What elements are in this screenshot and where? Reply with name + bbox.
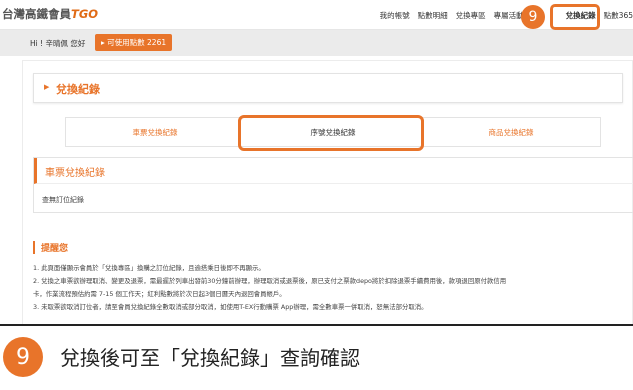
tab-product-records[interactable]: 商品兌換紀錄 bbox=[422, 118, 600, 146]
page-title-box: ▶ 兌換紀錄 bbox=[33, 73, 623, 103]
step-caption: 9 兌換後可至「兌換紀錄」查詢確認 bbox=[0, 326, 633, 390]
nav-item-exclusive-events[interactable]: 專屬活動 bbox=[494, 10, 524, 21]
section-heading: 車票兌換紀錄 bbox=[34, 158, 633, 184]
nav-item-my-account[interactable]: 我的帳號 bbox=[380, 10, 410, 21]
brand-logo[interactable]: 台灣高鐵會員TGO bbox=[2, 6, 98, 22]
caption-step-number: 9 bbox=[3, 337, 43, 377]
nav-item-points-detail[interactable]: 點數明細 bbox=[418, 10, 448, 21]
points-label: 可使用點數 2261 bbox=[107, 38, 167, 47]
tab-highlight-box bbox=[238, 115, 424, 151]
ticket-records-section: 車票兌換紀錄 查無訂位紀錄 bbox=[33, 157, 633, 213]
greeting-strip: Hi ! 辛晴佩 您好 ▸ 可使用點數 2261 bbox=[0, 30, 633, 56]
nav-item-exchange-zone[interactable]: 兌換專區 bbox=[456, 10, 486, 21]
section-heading-text: 車票兌換紀錄 bbox=[45, 168, 105, 179]
nav-highlight-box bbox=[550, 4, 600, 30]
reminder-item: 2. 兌換之車票欲辦理取消、變更及退票，需最遲於列車出發前30分鐘前辦理，辦理取… bbox=[33, 277, 507, 285]
reminder-section: 提醒您 1. 此頁面僅顯示會員於「兌換專區」換購之訂位紀錄，且逾搭乘日後即不再顯… bbox=[33, 241, 633, 314]
step-badge: 9 bbox=[521, 5, 545, 29]
brand-suffix: TGO bbox=[71, 7, 99, 21]
tab-ticket-records[interactable]: 車票兌換紀錄 bbox=[66, 118, 244, 146]
triangle-right-icon: ▶ bbox=[44, 83, 50, 91]
reminder-list: 1. 此頁面僅顯示會員於「兌換專區」換購之訂位紀錄，且逾搭乘日後即不再顯示。 2… bbox=[33, 262, 633, 314]
brand-name: 台灣高鐵會員 bbox=[2, 7, 71, 21]
available-points-button[interactable]: ▸ 可使用點數 2261 bbox=[95, 34, 173, 51]
empty-records-text: 查無訂位紀錄 bbox=[42, 196, 84, 204]
nav-item-points365[interactable]: 點數365 bbox=[604, 10, 633, 21]
caption-text: 兌換後可至「兌換紀錄」查詢確認 bbox=[60, 346, 360, 370]
reminder-title: 提醒您 bbox=[33, 241, 633, 254]
screenshot-frame: 台灣高鐵會員TGO 我的帳號 點數明細 兌換專區 專屬活動 兌換紀錄 點數365… bbox=[0, 0, 633, 326]
content-panel: ▶ 兌換紀錄 車票兌換紀錄 序號兌換紀錄 商品兌換紀錄 車票兌換紀錄 查無訂位紀… bbox=[22, 60, 633, 324]
reminder-item: 3. 未取票欲取消訂位者，請至會員兌換紀錄全數取消或部分取消，如使用T-EX行動… bbox=[33, 303, 428, 311]
greeting-text: Hi ! 辛晴佩 您好 bbox=[30, 39, 86, 48]
reminder-item: 卡，作業流程預估約需 7-15 個工作天；紅利點數將於次日起3個日曆天內退回會員… bbox=[33, 290, 286, 298]
page-title: 兌換紀錄 bbox=[56, 83, 100, 96]
reminder-item: 1. 此頁面僅顯示會員於「兌換專區」換購之訂位紀錄，且逾搭乘日後即不再顯示。 bbox=[33, 264, 265, 272]
